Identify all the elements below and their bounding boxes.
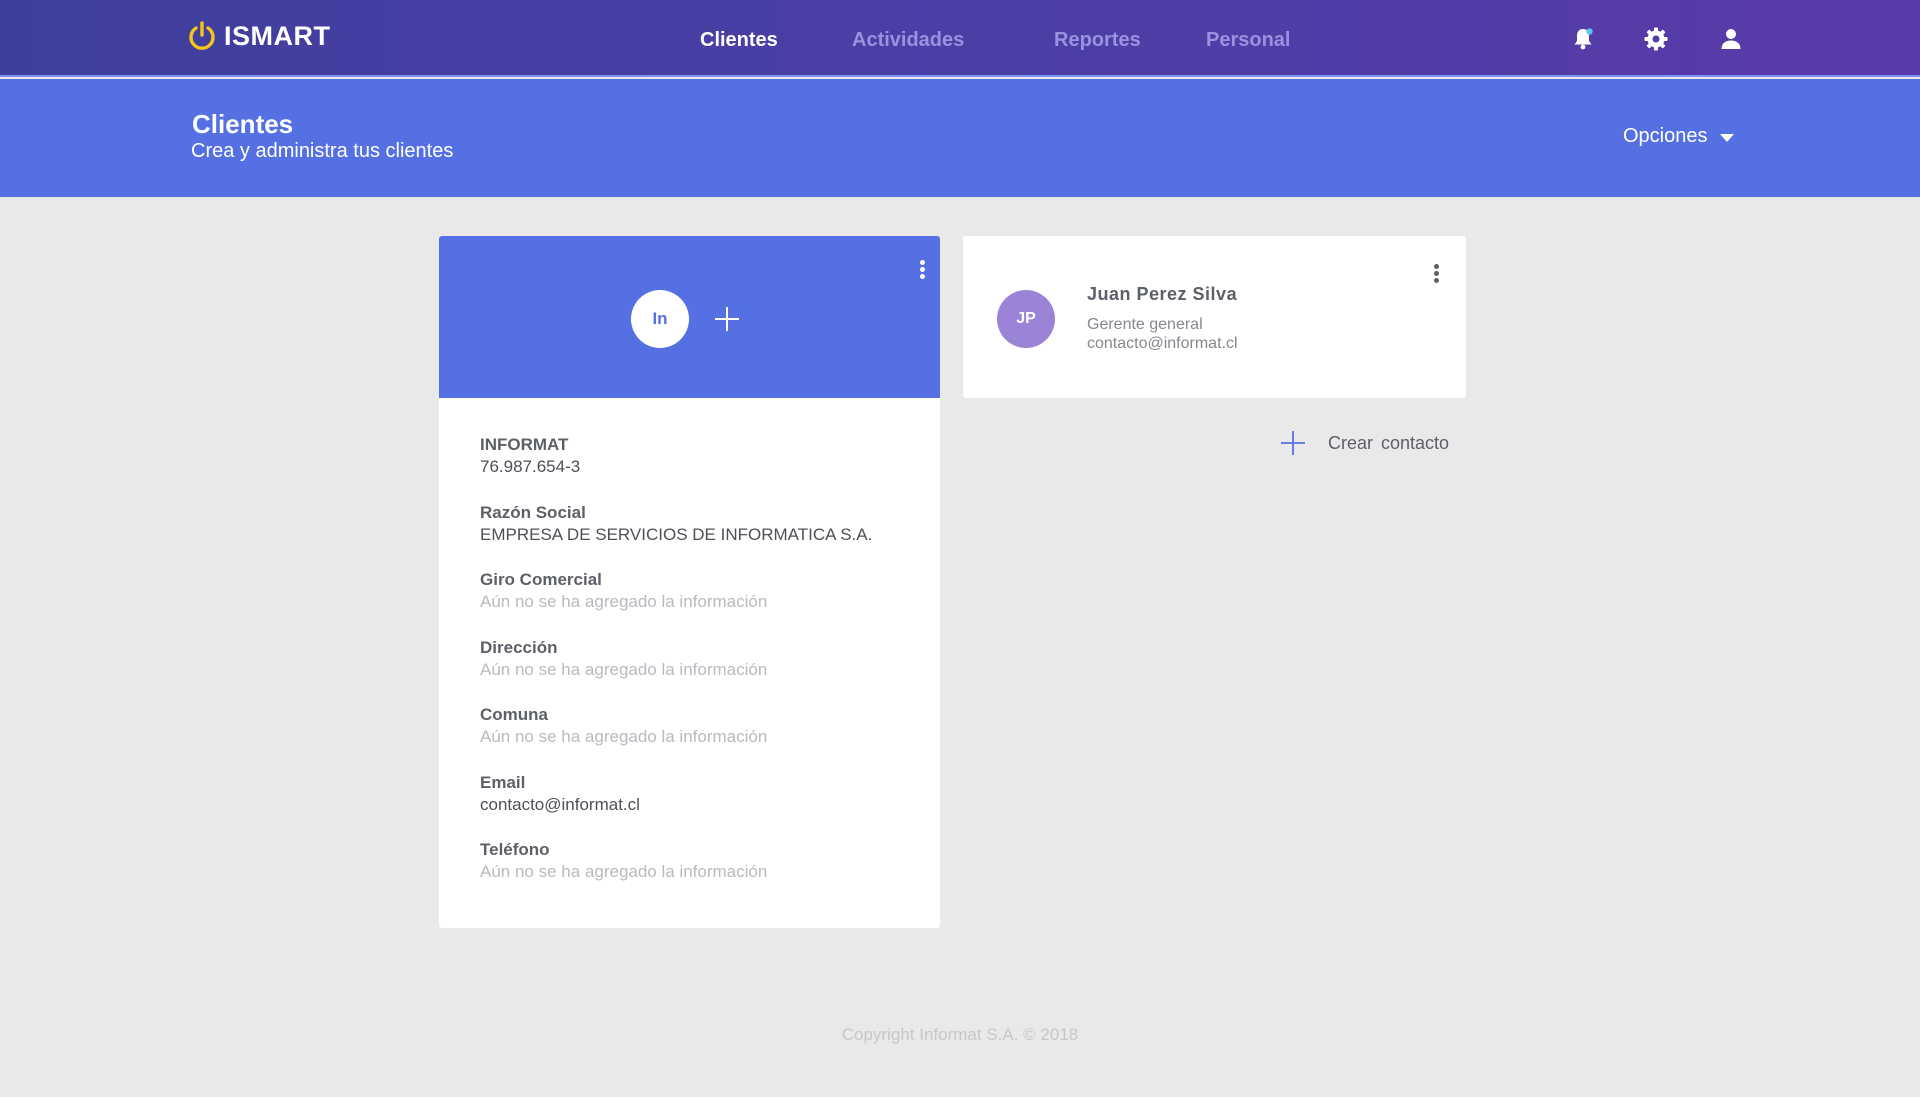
page-subtitle: Crea y administra tus clientes bbox=[191, 140, 454, 162]
client-field-name: INFORMAT 76.987.654-3 bbox=[480, 434, 920, 502]
nav-item-reportes[interactable]: Reportes bbox=[1054, 29, 1141, 52]
gear-icon[interactable] bbox=[1643, 26, 1669, 52]
client-field-comuna: Comuna Aún no se ha agregado la informac… bbox=[480, 704, 920, 772]
top-navbar: ISMART Clientes Actividades Reportes Per… bbox=[0, 0, 1920, 77]
field-value: contacto@informat.cl bbox=[480, 794, 640, 814]
user-icon[interactable] bbox=[1718, 26, 1744, 52]
add-icon[interactable] bbox=[714, 306, 740, 332]
client-field-giro-comercial: Giro Comercial Aún no se ha agregado la … bbox=[480, 569, 920, 637]
contact-avatar: JP bbox=[997, 290, 1055, 348]
field-value: Aún no se ha agregado la información bbox=[480, 727, 768, 746]
field-value: EMPRESA DE SERVICIOS DE INFORMATICA S.A. bbox=[480, 524, 873, 544]
contact-role: Gerente general bbox=[1087, 316, 1203, 333]
field-label: Razón Social bbox=[480, 502, 586, 522]
main-nav: Clientes Actividades Reportes Personal bbox=[0, 29, 1920, 59]
options-label: Opciones bbox=[1623, 125, 1708, 147]
contact-card[interactable]: JP Juan Perez Silva Gerente general cont… bbox=[963, 236, 1466, 398]
nav-item-personal[interactable]: Personal bbox=[1206, 29, 1290, 52]
options-dropdown[interactable]: Opciones bbox=[1623, 125, 1734, 148]
field-label: Teléfono bbox=[480, 840, 550, 859]
client-more-options-icon[interactable] bbox=[912, 258, 932, 282]
contact-email: contacto@informat.cl bbox=[1087, 335, 1238, 352]
plus-icon bbox=[1281, 431, 1305, 455]
field-label: INFORMAT bbox=[480, 435, 569, 454]
bell-icon[interactable] bbox=[1570, 26, 1596, 52]
client-details: INFORMAT 76.987.654-3 Razón Social EMPRE… bbox=[480, 434, 920, 907]
field-value: 76.987.654-3 bbox=[480, 457, 581, 476]
field-value: Aún no se ha agregado la información bbox=[480, 862, 768, 881]
page-header: Clientes Crea y administra tus clientes … bbox=[0, 79, 1920, 197]
client-card: In INFORMAT 76.987.654-3 Razón Social EM… bbox=[439, 236, 940, 928]
field-label: Comuna bbox=[480, 705, 548, 724]
create-contact-label: Crear contacto bbox=[1328, 432, 1450, 453]
contact-more-options-icon[interactable] bbox=[1426, 262, 1446, 286]
footer-copyright: Copyright Informat S.A. © 2018 bbox=[841, 1025, 1079, 1044]
client-field-direccion: Dirección Aún no se ha agregado la infor… bbox=[480, 637, 920, 705]
page-title: Clientes bbox=[192, 109, 294, 139]
client-field-telefono: Teléfono Aún no se ha agregado la inform… bbox=[480, 839, 920, 907]
client-card-header: In bbox=[439, 236, 940, 398]
client-avatar: In bbox=[631, 290, 689, 348]
field-label: Email bbox=[480, 772, 526, 792]
nav-item-actividades[interactable]: Actividades bbox=[852, 29, 964, 52]
nav-item-clientes[interactable]: Clientes bbox=[700, 29, 778, 52]
field-value: Aún no se ha agregado la información bbox=[480, 659, 768, 679]
caret-down-icon bbox=[1719, 134, 1734, 142]
field-label: Giro Comercial bbox=[480, 570, 602, 589]
field-label: Dirección bbox=[480, 637, 558, 657]
client-field-email: Email contacto@informat.cl bbox=[480, 772, 920, 840]
contact-name: Juan Perez Silva bbox=[1087, 284, 1238, 304]
field-value: Aún no se ha agregado la información bbox=[480, 592, 768, 611]
create-contact-button[interactable]: Crear contacto bbox=[1280, 430, 1449, 456]
client-field-razon-social: Razón Social EMPRESA DE SERVICIOS DE INF… bbox=[480, 502, 920, 570]
